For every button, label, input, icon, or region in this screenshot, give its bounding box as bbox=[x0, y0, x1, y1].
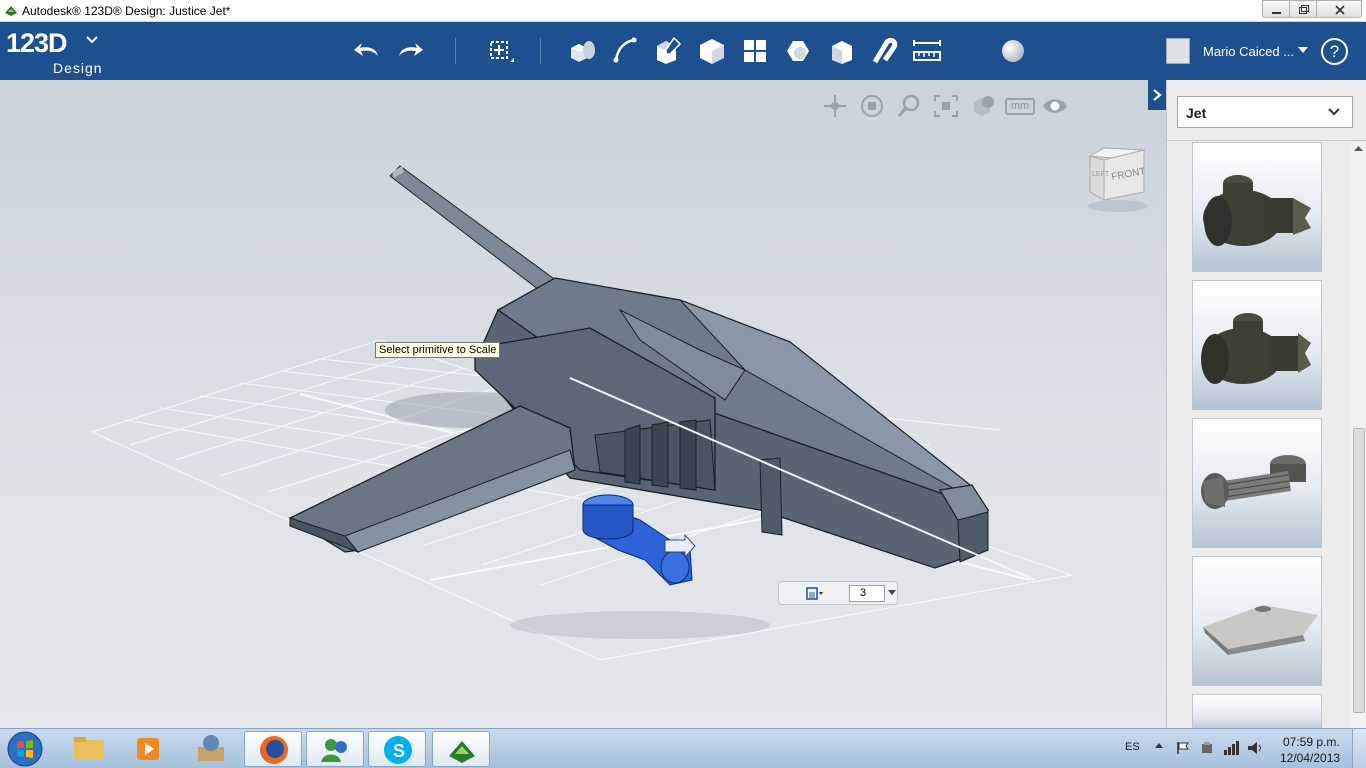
chevron-right-icon bbox=[1153, 89, 1162, 101]
taskbar-file-explorer[interactable] bbox=[60, 731, 118, 767]
view-settings-icon[interactable] bbox=[968, 92, 998, 120]
scrollbar-thumb[interactable] bbox=[1353, 428, 1365, 713]
engine-part-image bbox=[1203, 175, 1311, 246]
window-title: Autodesk® 123D® Design: Justice Jet* bbox=[22, 4, 231, 18]
device-icon[interactable] bbox=[1200, 741, 1214, 755]
modify-icon[interactable] bbox=[695, 34, 729, 68]
sketch-icon[interactable] bbox=[608, 34, 642, 68]
scale-factor-input[interactable]: 3 bbox=[849, 585, 885, 602]
show-hidden-icons-icon[interactable] bbox=[1155, 741, 1163, 751]
category-label: Jet bbox=[1186, 105, 1207, 121]
view-cube[interactable]: FRONT LEFT bbox=[1082, 144, 1152, 216]
parts-panel: Jet bbox=[1166, 80, 1366, 734]
chevron-down-icon bbox=[86, 36, 98, 44]
clock-date[interactable]: 12/04/2013 bbox=[1280, 751, 1340, 765]
measure-icon[interactable] bbox=[910, 34, 944, 68]
redo-icon[interactable] bbox=[393, 34, 427, 68]
logo-main: 123D bbox=[6, 28, 68, 58]
skype-icon: S bbox=[384, 736, 412, 764]
help-button[interactable]: ? bbox=[1321, 38, 1348, 65]
app-logo[interactable]: 123D Design bbox=[6, 28, 102, 76]
snap-icon[interactable] bbox=[867, 34, 901, 68]
folder-icon bbox=[74, 737, 104, 760]
combine-icon[interactable] bbox=[824, 34, 858, 68]
firefox-icon bbox=[260, 736, 288, 764]
archive-icon bbox=[198, 735, 224, 761]
chevron-down-icon[interactable] bbox=[888, 590, 896, 595]
material-icon[interactable] bbox=[996, 34, 1030, 68]
scale-mode-icon[interactable] bbox=[803, 586, 823, 601]
grouping-icon[interactable] bbox=[781, 34, 815, 68]
wing-part-image bbox=[1203, 605, 1318, 655]
panel-divider bbox=[1167, 140, 1366, 141]
part-thumbnail[interactable] bbox=[1192, 280, 1322, 410]
part-thumbnail[interactable] bbox=[1192, 418, 1322, 548]
window-titlebar: Autodesk® 123D® Design: Justice Jet* bbox=[0, 0, 1366, 22]
show-desktop-button[interactable] bbox=[1352, 729, 1366, 768]
3d-viewport[interactable]: mm FRONT LEFT Select primitive to Scale … bbox=[0, 80, 1166, 728]
panel-collapse-button[interactable] bbox=[1148, 80, 1166, 110]
visibility-icon[interactable] bbox=[1040, 92, 1070, 120]
app-header: 123D Design Mario Caiced ... ? bbox=[0, 22, 1366, 80]
part-thumbnail[interactable] bbox=[1192, 142, 1322, 272]
avatar[interactable] bbox=[1166, 38, 1190, 64]
pan-icon[interactable] bbox=[820, 92, 850, 120]
scene-canvas[interactable] bbox=[0, 80, 1166, 728]
construct-icon[interactable] bbox=[652, 34, 686, 68]
part-thumbnail[interactable] bbox=[1192, 556, 1322, 686]
signal-icon[interactable] bbox=[1223, 741, 1239, 755]
logo-sub: Design bbox=[53, 60, 103, 76]
minimize-button[interactable] bbox=[1262, 0, 1290, 18]
taskbar-skype[interactable]: S bbox=[368, 731, 426, 767]
media-player-icon bbox=[137, 738, 159, 760]
engine-part-image bbox=[1201, 313, 1311, 384]
close-button[interactable] bbox=[1316, 0, 1362, 18]
start-button[interactable] bbox=[4, 730, 46, 768]
taskbar-123d-design[interactable] bbox=[432, 731, 490, 767]
clock-time[interactable]: 07:59 p.m. bbox=[1283, 735, 1340, 749]
fit-icon[interactable] bbox=[931, 92, 961, 120]
chevron-down-icon bbox=[1328, 108, 1340, 116]
language-indicator[interactable]: ES bbox=[1125, 741, 1140, 753]
tooltip: Select primitive to Scale bbox=[375, 342, 501, 358]
taskbar-archive-app[interactable] bbox=[182, 731, 240, 767]
zoom-icon[interactable] bbox=[894, 92, 924, 120]
primitives-icon[interactable] bbox=[565, 34, 599, 68]
undo-icon[interactable] bbox=[350, 34, 384, 68]
user-name[interactable]: Mario Caiced ... bbox=[1203, 44, 1294, 59]
units-icon[interactable]: mm bbox=[1005, 98, 1035, 115]
app-icon bbox=[5, 6, 17, 16]
maximize-button[interactable] bbox=[1289, 0, 1317, 18]
orbit-icon[interactable] bbox=[857, 92, 887, 120]
svg-text:S: S bbox=[393, 741, 405, 761]
pattern-icon[interactable] bbox=[738, 34, 772, 68]
chevron-down-icon[interactable] bbox=[1298, 47, 1308, 53]
category-select[interactable]: Jet bbox=[1177, 96, 1353, 128]
taskbar-firefox[interactable] bbox=[244, 731, 302, 767]
taskbar-messenger[interactable] bbox=[306, 731, 364, 767]
volume-icon[interactable] bbox=[1247, 741, 1263, 755]
scale-input-box: 3 bbox=[778, 581, 898, 605]
turbine-part-image bbox=[1201, 455, 1306, 509]
taskbar: S ES 07:59 p.m. 12/04/2013 bbox=[0, 728, 1366, 768]
transform-icon[interactable] bbox=[482, 34, 516, 68]
toolbar-separator bbox=[540, 38, 541, 64]
taskbar-media-player[interactable] bbox=[120, 731, 178, 767]
123d-design-icon bbox=[449, 741, 475, 763]
flag-icon[interactable] bbox=[1176, 741, 1190, 755]
scroll-up-icon[interactable] bbox=[1354, 146, 1363, 151]
toolbar-separator bbox=[455, 38, 456, 64]
viewcube-left-label: LEFT bbox=[1092, 171, 1110, 178]
messenger-icon bbox=[321, 739, 347, 762]
